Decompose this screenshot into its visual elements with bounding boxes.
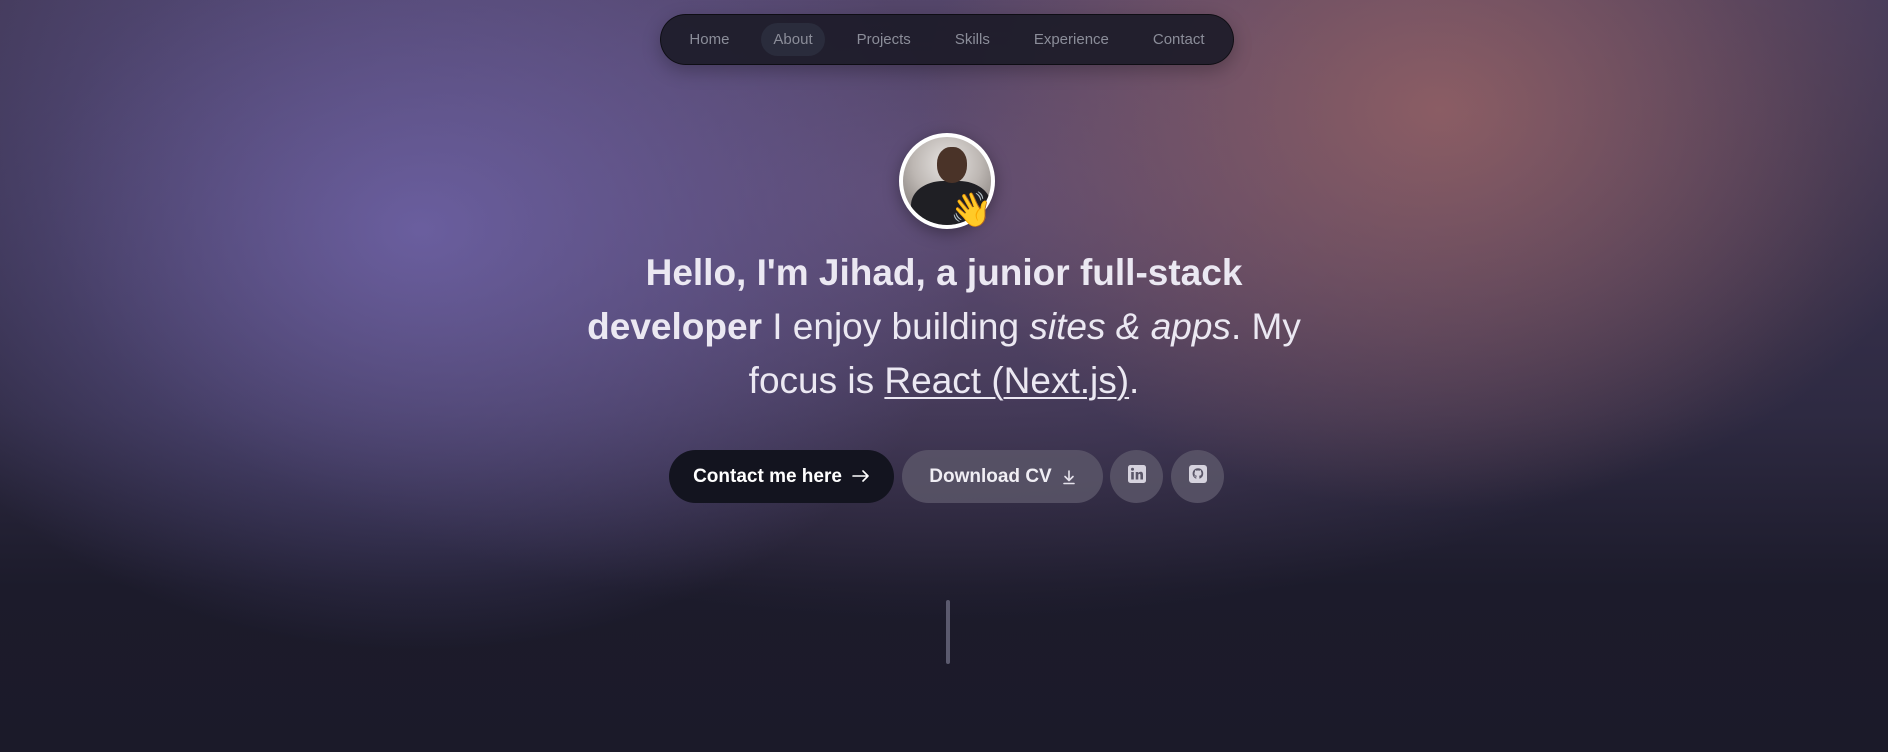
headline-text-1: I enjoy building [761,306,1030,347]
avatar-head-shape [937,147,967,183]
nav-item-experience[interactable]: Experience [1022,23,1121,56]
github-button[interactable] [1171,450,1224,503]
contact-button-label: Contact me here [693,465,842,487]
download-cv-button[interactable]: Download CV [902,450,1103,503]
nav-item-about[interactable]: About [761,23,825,56]
scroll-indicator [946,600,950,664]
arrow-right-icon [852,466,870,487]
nav-item-projects[interactable]: Projects [845,23,923,56]
headline-underlined: React (Next.js) [884,360,1130,401]
nav-item-skills[interactable]: Skills [943,23,1002,56]
hero-headline: Hello, I'm Jihad, a junior full-stack de… [560,246,1328,408]
top-nav: Home About Projects Skills Experience Co… [660,14,1234,65]
wave-emoji: 👋 [950,191,993,229]
page: Home About Projects Skills Experience Co… [0,0,1888,752]
nav-item-contact[interactable]: Contact [1141,23,1217,56]
nav-item-home[interactable]: Home [677,23,741,56]
linkedin-button[interactable] [1110,450,1163,503]
download-cv-label: Download CV [929,465,1052,487]
headline-text-3: . [1129,360,1140,401]
github-icon [1188,464,1208,489]
contact-button[interactable]: Contact me here [669,450,894,503]
headline-italic: sites & apps [1029,306,1231,347]
linkedin-icon [1127,464,1147,489]
download-icon [1062,469,1076,485]
